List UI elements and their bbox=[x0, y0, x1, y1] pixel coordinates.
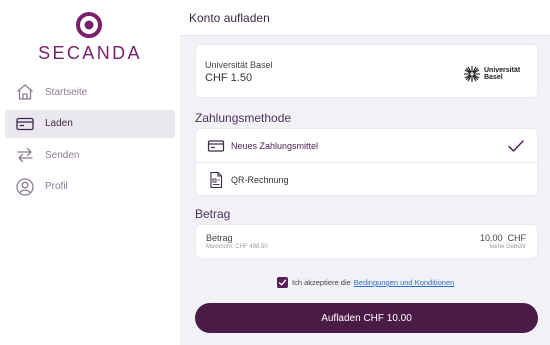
sidebar-item-senden[interactable]: Senden bbox=[5, 141, 175, 169]
checkmark-icon bbox=[508, 140, 524, 152]
card-icon bbox=[14, 113, 36, 135]
merchant-card: Universität Basel CHF 1.50 Universität B… bbox=[195, 44, 538, 98]
terms-text: Ich akzeptiere die bbox=[292, 278, 351, 287]
amount-value[interactable]: 10.00 CHF bbox=[480, 233, 526, 243]
qr-bill-icon bbox=[207, 171, 225, 189]
payment-option-qr[interactable]: QR-Rechnung bbox=[196, 163, 537, 197]
sidebar-item-startseite[interactable]: Startseite bbox=[5, 78, 175, 106]
basel-logo-text: Universität Basel bbox=[484, 66, 521, 82]
payment-method-title: Zahlungsmethode bbox=[195, 111, 292, 125]
payment-option-label: Neues Zahlungsmittel bbox=[231, 140, 319, 151]
page-title: Konto aufladen bbox=[189, 11, 270, 25]
transfer-arrows-icon bbox=[14, 144, 36, 166]
amount-max-hint: Maximum: CHF 498.50 bbox=[206, 244, 268, 250]
sidebar-item-profil[interactable]: Profil bbox=[5, 173, 175, 201]
secanda-logo[interactable]: SECANDA bbox=[0, 10, 180, 70]
terms-checkbox[interactable] bbox=[277, 277, 288, 288]
sidebar-item-label: Laden bbox=[45, 118, 73, 129]
terms-row: Ich akzeptiere die Bedingungen und Kondi… bbox=[277, 277, 454, 288]
home-icon bbox=[14, 81, 36, 103]
top-bar: Konto aufladen bbox=[180, 0, 550, 36]
universitaet-basel-logo: Universität Basel bbox=[463, 64, 529, 84]
payment-method-list: Neues Zahlungsmittel QR-Rechnung bbox=[195, 128, 538, 196]
amount-label: Betrag bbox=[206, 233, 233, 243]
sidebar-item-label: Profil bbox=[45, 181, 68, 192]
sidebar-item-label: Startseite bbox=[45, 86, 88, 98]
card-icon bbox=[207, 137, 225, 155]
payment-option-label: QR-Rechnung bbox=[231, 175, 289, 185]
sidebar: SECANDA Startseite Laden Senden Profil bbox=[0, 0, 180, 345]
sidebar-item-laden[interactable]: Laden bbox=[5, 109, 175, 138]
payment-option-new[interactable]: Neues Zahlungsmittel bbox=[196, 129, 537, 163]
sidebar-nav: Startseite Laden Senden Profil bbox=[5, 78, 175, 204]
merchant-amount: CHF 1.50 bbox=[205, 72, 253, 84]
brand-name: SECANDA bbox=[38, 43, 142, 63]
basel-emblem-icon bbox=[464, 66, 480, 82]
terms-link[interactable]: Bedingungen und Konditionen bbox=[354, 278, 455, 287]
sidebar-item-label: Senden bbox=[45, 149, 80, 161]
amount-input[interactable]: Betrag Maximum: CHF 498.50 10.00 CHF kei… bbox=[195, 224, 538, 259]
fee-hint: keine Gebühr bbox=[489, 244, 526, 250]
main-content: Konto aufladen Universität Basel CHF 1.5… bbox=[180, 0, 550, 345]
user-icon bbox=[14, 176, 36, 198]
submit-button[interactable]: Aufladen CHF 10.00 bbox=[195, 303, 538, 333]
amount-title: Betrag bbox=[195, 207, 231, 221]
secanda-logo-mark-icon bbox=[76, 12, 102, 38]
checkbox-check-icon bbox=[278, 279, 287, 286]
merchant-name: Universität Basel bbox=[205, 60, 273, 70]
